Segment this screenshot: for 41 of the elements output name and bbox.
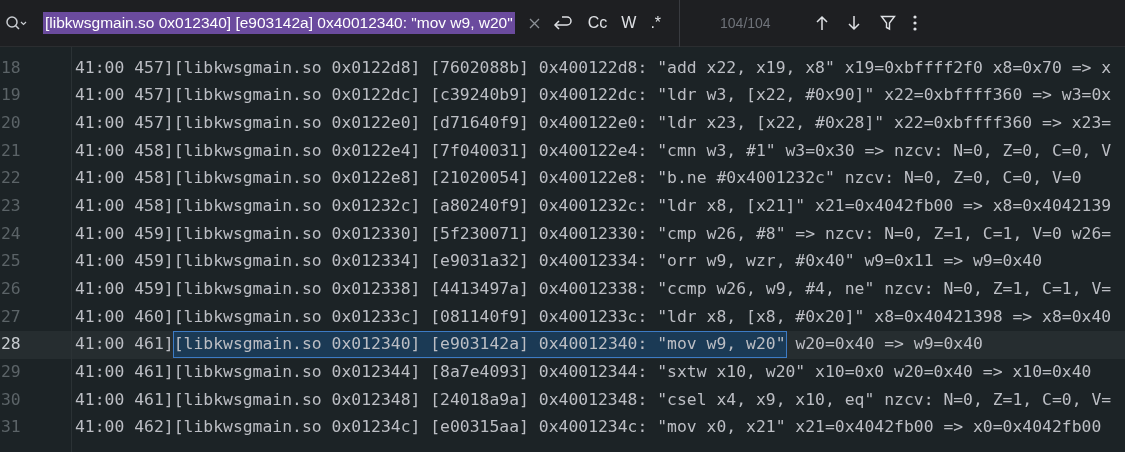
- line-number: 20: [0, 111, 22, 134]
- log-text: 41:00 459][libkwsgmain.so 0x012338] [4413497a] 0x40012338: "ccmp w26, w9, #4, ne" nzcv: N=0, Z=1, C=1, V=: [75, 278, 1112, 301]
- log-text: 41:00 461][libkwsgmain.so 0x012348] [24018a9a] 0x40012348: "csel x4, x9, x10, eq" nzcv: N=0, Z=1, C=0, V=: [75, 388, 1112, 411]
- log-text: 41:00 461]: [75, 333, 174, 356]
- log-text: 41:00 457][libkwsgmain.so 0x0122e0] [d71640f9] 0x400122e0: "ldr x23, [x22, #0x28]" x22=0xbffff360 => x23=: [75, 111, 1112, 134]
- line-number: 21: [0, 139, 22, 162]
- line-number: 28: [0, 333, 22, 356]
- filter-icon[interactable]: [879, 15, 896, 31]
- search-match: [libkwsgmain.so 0x012340] [e903142a] 0x40012340: "mov w9, w20": [173, 332, 786, 357]
- log-text: 41:00 457][libkwsgmain.so 0x0122dc] [c39240b9] 0x400122dc: "ldr w3, [x22, #0x90]" x22=0xbffff360 => w3=0x: [75, 84, 1112, 107]
- line-number: 26: [0, 278, 22, 301]
- line-number: 27: [0, 305, 22, 328]
- log-text: 41:00 459][libkwsgmain.so 0x012330] [5f230071] 0x40012330: "cmp w26, #8" => nzcv: N=0, Z=1, C=1, V=0 w26=: [75, 222, 1112, 245]
- log-text: 41:00 458][libkwsgmain.so 0x0122e8] [21020054] 0x400122e8: "b.ne #0x4001232c" nzcv: N=0, Z=0, C=0, V=0: [75, 167, 1082, 190]
- line-number: 22: [0, 167, 22, 190]
- line-number: 18: [0, 56, 22, 79]
- up-arrow-icon[interactable]: [814, 15, 829, 31]
- line-number: 29: [0, 361, 22, 384]
- line-number: 25: [0, 250, 22, 273]
- log-text: 41:00 458][libkwsgmain.so 0x01232c] [a80240f9] 0x4001232c: "ldr x8, [x21]" x21=0x4042fb00 => x8=0x4042139: [75, 194, 1112, 217]
- log-text: 41:00 457][libkwsgmain.so 0x0122d8] [7602088b] 0x400122d8: "add x22, x19, x8" x19=0xbffff2f0 x8=0x70 => x: [75, 56, 1112, 79]
- log-text: 41:00 460][libkwsgmain.so 0x01233c] [081140f9] 0x4001233c: "ldr x8, [x8, #0x20]" x8=0x40421398 => x8=0x40: [75, 305, 1112, 328]
- line-number: 30: [0, 388, 22, 411]
- log-text: 41:00 458][libkwsgmain.so 0x0122e4] [7f040031] 0x400122e4: "cmn w3, #1" w3=0x30 => nzcv: N=0, Z=0, C=0, V: [75, 139, 1112, 162]
- option-toggle[interactable]: W: [617, 10, 641, 36]
- log-text: w20=0x40 => w9=0x40: [794, 333, 983, 356]
- return-arrow-icon[interactable]: [551, 14, 572, 32]
- option-toggle[interactable]: Cc: [583, 10, 612, 36]
- more-icon[interactable]: [912, 15, 917, 31]
- line-number: 23: [0, 194, 22, 217]
- option-toggle[interactable]: .*: [646, 10, 666, 36]
- line-number: 19: [0, 84, 22, 107]
- log-text: 41:00 459][libkwsgmain.so 0x012334] [e9031a32] 0x40012334: "orr w9, wzr, #0x40" w9=0x11 => w9=0x40: [75, 250, 1043, 273]
- match-count: 104/104: [720, 13, 771, 33]
- down-arrow-icon[interactable]: [846, 15, 861, 31]
- log-text: 41:00 461][libkwsgmain.so 0x012344] [8a7e4093] 0x40012344: "sxtw x10, w20" x10=0x0 w20=0x40 => x10=0x40: [75, 361, 1092, 384]
- close-icon[interactable]: [528, 17, 540, 29]
- line-number: 24: [0, 222, 22, 245]
- search-icon[interactable]: [5, 15, 27, 31]
- log-text: 41:00 462][libkwsgmain.so 0x01234c] [e00315aa] 0x4001234c: "mov x0, x21" x21=0x4042fb00 => x0=0x4042fb00: [75, 416, 1102, 439]
- line-number: 31: [0, 416, 22, 439]
